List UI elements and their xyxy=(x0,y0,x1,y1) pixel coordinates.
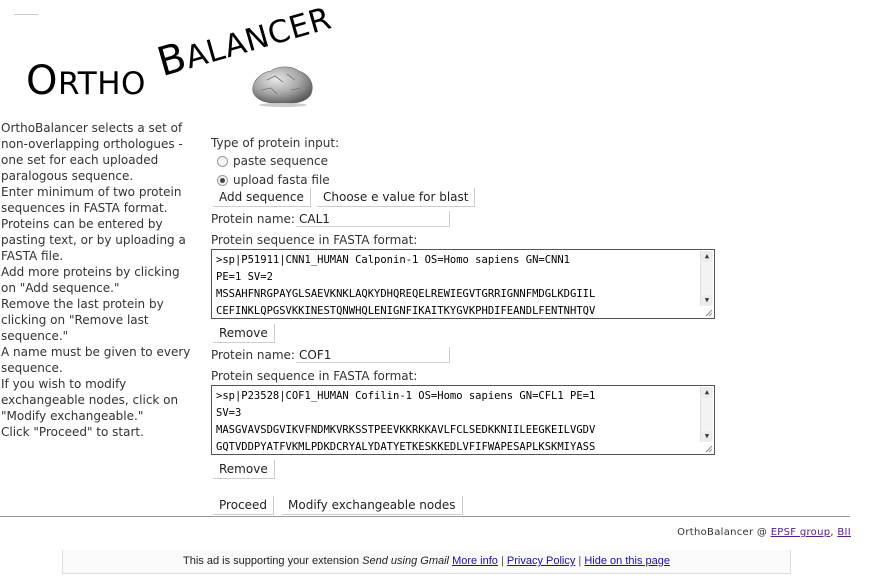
ad-text: This ad is supporting your extension xyxy=(183,555,363,567)
footer-prefix: OrthoBalancer @ xyxy=(677,527,771,538)
top-rule xyxy=(14,14,38,15)
radio-circle[interactable] xyxy=(217,155,228,167)
help-intro: OrthoBalancer selects a set of non-overl… xyxy=(1,121,183,183)
footer-divider xyxy=(0,516,850,517)
resize-handle-icon[interactable] xyxy=(703,307,713,317)
sequence-line: MSSAHFNRGPAYGLSAEVKNKLAQKYDHQREQELREWIEG… xyxy=(216,288,596,300)
privacy-policy-link[interactable]: Privacy Policy xyxy=(507,555,575,567)
radio-upload-label: upload fasta file xyxy=(233,173,330,187)
proceed-button[interactable]: Proceed xyxy=(213,496,275,515)
help-modify: If you wish to modify exchangeable nodes… xyxy=(1,377,179,423)
sequence-line: SV=3 xyxy=(216,407,242,419)
footer-credits: OrthoBalancer @ EPSF group, BII xyxy=(677,527,851,538)
ad-extension-name: Send using Gmail xyxy=(362,555,449,567)
sequence-line: CEFINKLQPGSVKKINESTQNWHQLENIGNFIKAITKYGV… xyxy=(216,305,596,317)
protein-sequence-label: Protein sequence in FASTA format: xyxy=(211,369,418,383)
sequence-line: MASGVAVSDGVIKVFNDMKVRKSSTPEEVKKRKKAVLFCL… xyxy=(216,424,596,436)
sequence-line: GQTVDDPYATFVKMLPDKDCRYALYDATYETKESKKEDLV… xyxy=(216,441,596,453)
help-sidebar: OrthoBalancer selects a set of non-overl… xyxy=(1,120,197,440)
radio-paste-sequence[interactable]: paste sequence xyxy=(217,154,328,168)
logo-ortho: ORTHO xyxy=(26,58,146,104)
choose-evalue-button[interactable]: Choose e value for blast xyxy=(317,188,476,207)
hide-on-page-link[interactable]: Hide on this page xyxy=(584,555,670,567)
input-type-label: Type of protein input: xyxy=(211,136,340,150)
scroll-up-icon[interactable]: ▲ xyxy=(702,251,712,262)
protein-name-label: Protein name: xyxy=(211,348,295,362)
help-remove: Remove the last protein by clicking on "… xyxy=(1,297,164,343)
protein-name-input[interactable]: CAL1 xyxy=(296,211,450,227)
sequence-line: >sp|P23528|COF1_HUMAN Cofilin-1 OS=Homo … xyxy=(216,390,596,402)
textarea-scrollbar[interactable]: ▲ ▼ xyxy=(700,387,713,442)
scroll-down-icon[interactable]: ▼ xyxy=(702,295,712,306)
extension-ad-bar: This ad is supporting your extension Sen… xyxy=(62,550,791,574)
protein-name-label: Protein name: xyxy=(211,212,295,226)
remove-button[interactable]: Remove xyxy=(213,460,275,479)
help-enter: Enter minimum of two protein sequences i… xyxy=(1,185,186,263)
resize-handle-icon[interactable] xyxy=(703,443,713,453)
remove-button[interactable]: Remove xyxy=(213,324,275,343)
bii-link[interactable]: BII xyxy=(837,527,851,538)
help-name: A name must be given to every sequence. xyxy=(1,345,191,375)
rock-logo-image xyxy=(252,66,313,107)
textarea-scrollbar[interactable]: ▲ ▼ xyxy=(700,251,713,306)
add-sequence-button[interactable]: Add sequence xyxy=(213,188,311,207)
protein-sequence-textarea[interactable]: >sp|P51911|CNN1_HUMAN Calponin-1 OS=Homo… xyxy=(211,249,715,319)
protein-sequence-textarea[interactable]: >sp|P23528|COF1_HUMAN Cofilin-1 OS=Homo … xyxy=(211,385,715,455)
modify-exchangeable-button[interactable]: Modify exchangeable nodes xyxy=(282,496,463,515)
help-add: Add more proteins by clicking on "Add se… xyxy=(1,265,180,295)
scroll-up-icon[interactable]: ▲ xyxy=(702,387,712,398)
protein-name-input[interactable]: COF1 xyxy=(296,347,450,363)
protein-sequence-label: Protein sequence in FASTA format: xyxy=(211,233,418,247)
radio-paste-label: paste sequence xyxy=(233,154,328,168)
radio-circle-selected[interactable] xyxy=(217,174,228,186)
more-info-link[interactable]: More info xyxy=(452,555,498,567)
help-proceed: Click "Proceed" to start. xyxy=(1,425,144,439)
radio-upload-fasta[interactable]: upload fasta file xyxy=(217,173,330,187)
epsf-group-link[interactable]: EPSF group xyxy=(771,527,831,538)
sequence-line: >sp|P51911|CNN1_HUMAN Calponin-1 OS=Homo… xyxy=(216,254,571,266)
scroll-down-icon[interactable]: ▼ xyxy=(702,431,712,442)
ad-divider: | xyxy=(497,555,507,567)
ad-divider: | xyxy=(575,555,585,567)
sequence-line: PE=1 SV=2 xyxy=(216,271,273,283)
